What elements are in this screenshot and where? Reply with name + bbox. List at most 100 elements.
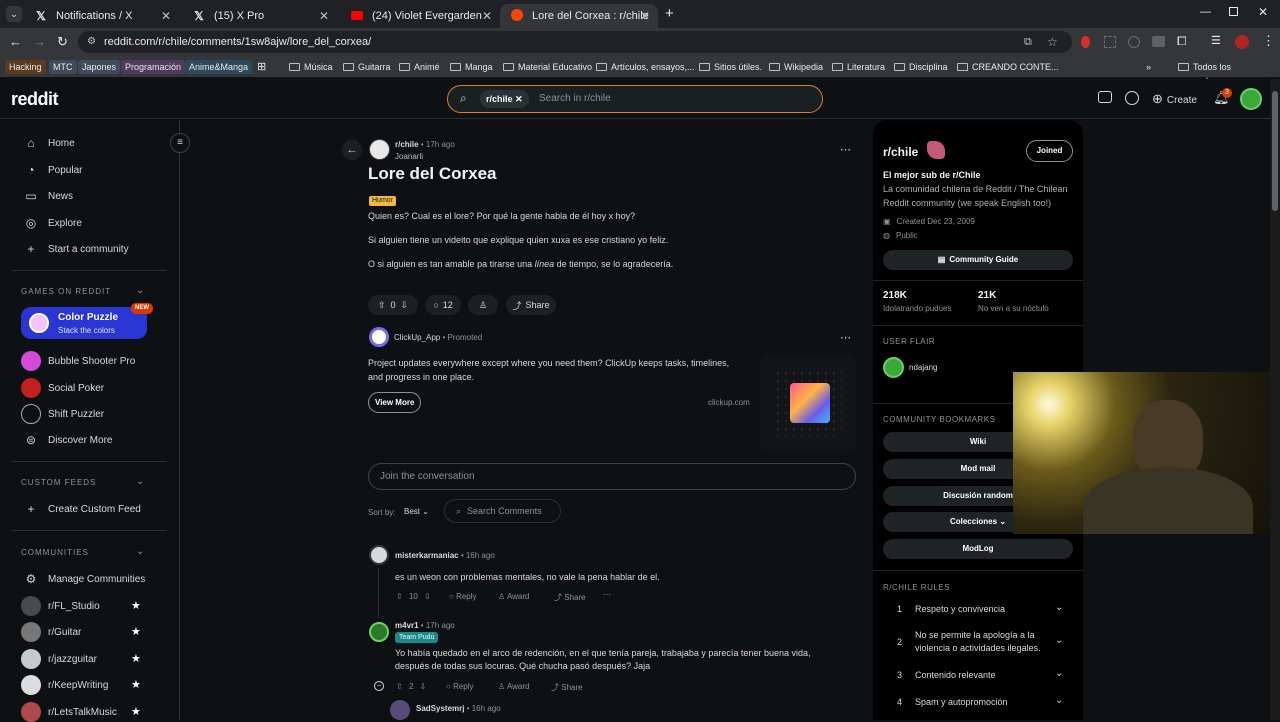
downvote-icon[interactable]: ⇩ xyxy=(401,300,409,311)
commenter-avatar[interactable] xyxy=(369,622,389,642)
bookmark-folder[interactable]: Sitios útiles. xyxy=(699,60,762,74)
reddit-logo[interactable]: reddit xyxy=(11,89,59,110)
new-tab-button[interactable]: + xyxy=(665,5,674,22)
collapse-thread-icon[interactable]: − xyxy=(374,681,384,691)
community-jazzguitar[interactable]: r/jazzguitar xyxy=(21,649,97,669)
close-tab-icon[interactable]: ✕ xyxy=(640,9,650,23)
remove-chip-icon[interactable]: ✕ xyxy=(515,94,523,104)
search-community-chip[interactable]: r/chile ✕ xyxy=(480,90,529,108)
commenter-avatar[interactable] xyxy=(390,700,410,720)
post-options-icon[interactable]: ⋯ xyxy=(840,143,851,156)
ad-avatar[interactable] xyxy=(369,327,389,347)
share-button[interactable]: ⤴ Share xyxy=(506,295,556,315)
tab-x-pro[interactable]: 𝕏 (15) X Pro ✕ xyxy=(182,4,337,28)
extension-icon[interactable] xyxy=(1152,36,1165,47)
browser-menu-icon[interactable]: ⋮ xyxy=(1262,33,1275,49)
tab-search-button[interactable]: ⌄ xyxy=(6,6,22,22)
bookmark-folder[interactable]: Artículos, ensayos,... xyxy=(596,60,695,74)
star-icon[interactable]: ★ xyxy=(131,705,141,718)
restore-icon[interactable] xyxy=(1229,7,1238,16)
bookmark-folder[interactable]: Música xyxy=(289,60,333,74)
upvote-icon[interactable]: ⇧ xyxy=(378,300,386,311)
post-author[interactable]: Joanarli xyxy=(395,152,423,161)
back-icon[interactable]: ← xyxy=(9,34,22,49)
reply-button[interactable]: ○ Reply xyxy=(446,682,474,691)
site-info-icon[interactable]: ⚙ xyxy=(87,31,96,53)
downvote-icon[interactable]: ⇩ xyxy=(424,592,431,601)
rule-item[interactable]: Spam y autopromoción xyxy=(915,697,1008,707)
reload-icon[interactable]: ↻ xyxy=(57,34,68,50)
chevron-down-icon[interactable]: ⌄ xyxy=(1055,635,1063,646)
ad-name[interactable]: ClickUp_App xyxy=(394,333,440,342)
subreddit-avatar[interactable] xyxy=(369,139,390,160)
bookmark-folder[interactable]: Manga xyxy=(450,60,493,74)
minimize-icon[interactable]: — xyxy=(1200,6,1211,18)
search-comments-button[interactable]: ⌕ Search Comments xyxy=(444,499,561,523)
star-icon[interactable]: ★ xyxy=(131,652,141,665)
featured-game-color-puzzle[interactable]: Color Puzzle Stack the colors xyxy=(21,307,147,339)
more-bookmarks-icon[interactable]: » xyxy=(1146,60,1151,74)
discover-more[interactable]: ⊜ Discover More xyxy=(24,432,113,448)
chevron-down-icon[interactable]: ⌄ xyxy=(136,285,144,296)
comment-author[interactable]: misterkarmaniac xyxy=(395,551,459,560)
community-keepwriting[interactable]: r/KeepWriting xyxy=(21,675,108,695)
bookmark-folder[interactable]: Guitarra xyxy=(343,60,391,74)
ad-cta-button[interactable]: View More xyxy=(368,392,422,413)
star-icon[interactable]: ★ xyxy=(131,599,141,612)
install-icon[interactable]: ⧉ xyxy=(1024,31,1032,53)
chevron-down-icon[interactable]: ⌄ xyxy=(1055,668,1063,679)
bookmark-folder[interactable]: Wikipedia xyxy=(769,60,823,74)
rule-item[interactable]: No se permite la apología a la xyxy=(915,630,1035,640)
community-letstalkmusic[interactable]: r/LetsTalkMusic xyxy=(21,702,117,722)
community-fl-studio[interactable]: r/FL_Studio xyxy=(21,596,100,616)
extension-icon[interactable] xyxy=(1081,36,1090,48)
extensions-puzzle-icon[interactable]: ⧠ xyxy=(1177,34,1187,49)
award-button[interactable]: ♙ Award xyxy=(498,592,529,601)
manage-communities[interactable]: ⚙ Manage Communities xyxy=(24,571,146,587)
chevron-down-icon[interactable]: ⌄ xyxy=(1055,602,1063,613)
bookmark-chip[interactable]: Programación xyxy=(121,60,186,74)
create-custom-feed[interactable]: + Create Custom Feed xyxy=(24,501,140,517)
bookmark-star-icon[interactable]: ☆ xyxy=(1047,31,1058,53)
rule-item[interactable]: Respeto y convivencia xyxy=(915,604,1005,614)
tab-reddit-active[interactable]: Lore del Corxea : r/chile ✕ xyxy=(500,4,658,28)
post-flair[interactable]: Humor xyxy=(369,196,397,206)
search-bar[interactable]: ⌕ r/chile ✕ Search in r/chile xyxy=(447,85,823,113)
downvote-icon[interactable]: ⇩ xyxy=(420,682,427,691)
extension-icon[interactable] xyxy=(1104,36,1116,48)
chevron-down-icon[interactable]: ⌄ xyxy=(136,476,144,487)
profile-avatar[interactable] xyxy=(1235,35,1249,49)
comments-button[interactable]: ○ 12 xyxy=(425,295,461,315)
chevron-down-icon[interactable]: ⌄ xyxy=(1055,695,1063,706)
comment-author[interactable]: m4vr1 xyxy=(395,621,419,630)
award-button[interactable]: ♙ Award xyxy=(498,682,529,691)
tab-notifications-x[interactable]: 𝕏 Notifications / X ✕ xyxy=(24,4,179,28)
close-window-icon[interactable]: ✕ xyxy=(1258,5,1268,19)
share-button[interactable]: ⤴ Share xyxy=(554,592,586,603)
more-options-icon[interactable]: ⋯ xyxy=(603,590,611,599)
bookmark-chip[interactable]: MTC xyxy=(49,60,77,74)
commenter-avatar[interactable] xyxy=(369,545,389,565)
bookmark-chip[interactable]: Anime&Manga xyxy=(185,60,253,74)
nav-popular[interactable]: ◔ Popular xyxy=(24,162,82,178)
search-input[interactable]: Search in r/chile xyxy=(539,93,611,104)
create-button[interactable]: ⊕ Create xyxy=(1152,91,1197,107)
close-tab-icon[interactable]: ✕ xyxy=(319,9,329,23)
extension-icon[interactable] xyxy=(1128,36,1140,48)
bookmark-folder[interactable]: Material Educativo xyxy=(503,60,592,74)
star-icon[interactable]: ★ xyxy=(131,625,141,638)
user-avatar[interactable] xyxy=(1240,88,1262,110)
award-button[interactable]: ♙ xyxy=(468,295,498,315)
page-scrollbar[interactable] xyxy=(1270,79,1280,720)
comment-author[interactable]: SadSystemrj xyxy=(416,704,464,713)
game-bubble-shooter[interactable]: Bubble Shooter Pro xyxy=(21,351,135,371)
chat-icon[interactable] xyxy=(1125,91,1139,105)
nav-home[interactable]: ⌂ Home xyxy=(24,135,74,151)
game-social-poker[interactable]: Social Poker xyxy=(21,378,104,398)
upvote-icon[interactable]: ⇧ xyxy=(396,592,403,601)
forward-icon[interactable]: → xyxy=(33,34,46,49)
upvote-icon[interactable]: ⇧ xyxy=(396,682,403,691)
joined-button[interactable]: Joined xyxy=(1026,140,1073,162)
star-icon[interactable]: ★ xyxy=(131,678,141,691)
share-button[interactable]: ⤴ Share xyxy=(551,682,583,693)
